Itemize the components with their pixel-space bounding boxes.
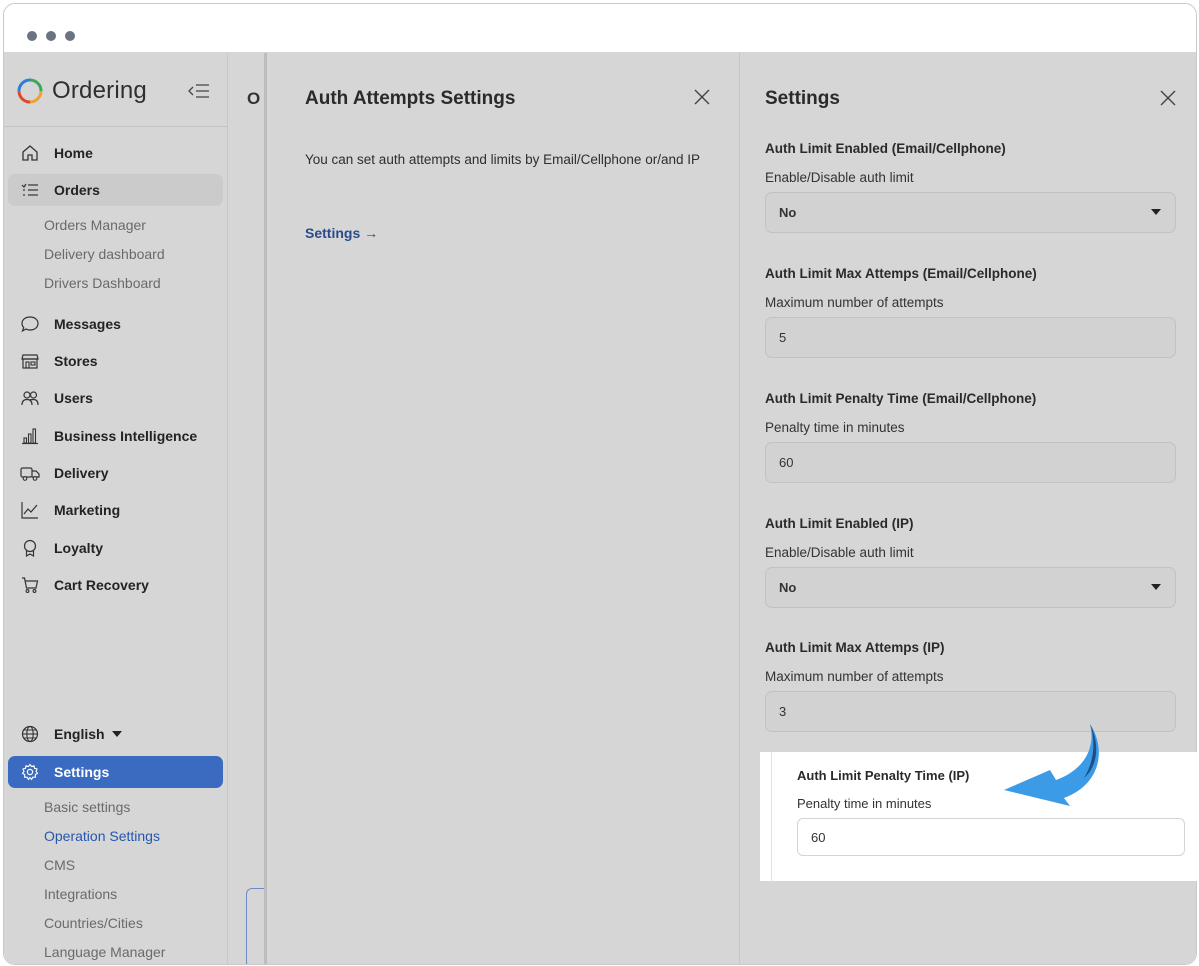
background-page-title: O [247,89,261,108]
card-divider [771,752,772,881]
sidebar-item-loyalty[interactable]: Loyalty [8,532,223,564]
field-label: Auth Limit Enabled (IP) [765,516,914,531]
globe-icon [20,724,40,744]
sidebar-subitem-drivers-dashboard[interactable]: Drivers Dashboard [44,275,161,291]
sidebar-item-marketing[interactable]: Marketing [8,494,223,526]
auth-limit-enabled-ip-select[interactable]: No [765,567,1176,608]
sidebar-item-label: Home [54,145,93,161]
field-label: Auth Limit Enabled (Email/Cellphone) [765,141,1006,156]
callout-arrow-icon [1004,724,1099,806]
trend-icon [20,500,40,520]
badge-icon [20,538,40,558]
chevron-down-icon [1151,209,1161,215]
field-sublabel: Penalty time in minutes [765,420,905,435]
sidebar-item-label: Loyalty [54,540,104,556]
sidebar-item-stores[interactable]: Stores [8,345,223,377]
input-value: 60 [811,829,826,845]
field-label: Auth Limit Penalty Time (Email/Cellphone… [765,391,1037,406]
close-icon[interactable] [692,87,712,107]
chat-icon [20,314,40,334]
auth-limit-penalty-time-ip-input[interactable]: 60 [797,818,1185,856]
chevron-down-icon [1151,584,1161,590]
sidebar-item-label: Messages [54,316,121,332]
field-sublabel: Enable/Disable auth limit [765,170,914,185]
auth-limit-penalty-time-email-input[interactable]: 60 [765,442,1176,483]
sidebar-subitem-cms[interactable]: CMS [44,857,75,873]
list-icon [20,180,40,200]
field-sublabel: Maximum number of attempts [765,295,944,310]
input-value: 3 [779,704,787,719]
sidebar-subitem-basic-settings[interactable]: Basic settings [44,799,130,815]
field-sublabel: Enable/Disable auth limit [765,545,914,560]
title-bar [4,4,1196,53]
sidebar-subitem-operation-settings[interactable]: Operation Settings [44,828,160,844]
auth-panel-title: Auth Attempts Settings [305,88,516,109]
sidebar-subitem-orders-manager[interactable]: Orders Manager [44,217,146,233]
sidebar-subitem-delivery-dashboard[interactable]: Delivery dashboard [44,246,165,262]
field-sublabel: Maximum number of attempts [765,669,944,684]
auth-limit-max-attempts-email-input[interactable]: 5 [765,317,1176,358]
chevron-down-icon [111,731,122,737]
highlighted-field-card: Auth Limit Penalty Time (IP) Penalty tim… [760,752,1199,881]
sidebar-item-label: Business Intelligence [54,428,198,444]
sidebar-subitem-language-manager[interactable]: Language Manager [44,944,165,960]
sidebar-subitem-integrations[interactable]: Integrations [44,886,117,902]
store-icon [20,351,40,371]
sidebar-item-home[interactable]: Home [8,137,223,169]
field-label: Auth Limit Max Attemps (IP) [765,640,945,655]
select-value: No [779,580,797,595]
window-dot-close[interactable] [27,31,37,41]
language-selector[interactable]: English [8,718,223,750]
brand-name: Ordering [52,77,147,104]
field-sublabel: Penalty time in minutes [797,796,932,811]
ordering-logo-icon [17,78,43,104]
sidebar-subitem-countries-cities[interactable]: Countries/Cities [44,915,143,931]
sidebar-item-orders[interactable]: Orders [8,174,223,206]
input-value: 60 [779,455,794,470]
cart-icon [20,575,40,595]
sidebar-item-label: Cart Recovery [54,577,149,593]
auth-limit-enabled-email-select[interactable]: No [765,192,1176,233]
truck-icon [20,463,40,483]
window-dot-minimize[interactable] [46,31,56,41]
sidebar-item-label: Settings [54,764,110,780]
auth-attempts-panel: Auth Attempts Settings You can set auth … [264,53,739,964]
settings-panel-title: Settings [765,88,840,109]
sidebar-item-business-intelligence[interactable]: Business Intelligence [8,420,223,452]
collapse-sidebar-icon[interactable] [188,83,210,104]
auth-limit-max-attempts-ip-input[interactable]: 3 [765,691,1176,732]
sidebar-item-label: Users [54,390,93,406]
sidebar-item-label: Stores [54,353,98,369]
sidebar-item-label: Marketing [54,502,121,518]
settings-link[interactable]: Settings → [305,225,378,241]
brand[interactable]: Ordering [16,75,147,107]
sidebar-item-settings[interactable]: Settings [8,756,223,788]
sidebar-item-cart-recovery[interactable]: Cart Recovery [8,569,223,601]
sidebar-item-messages[interactable]: Messages [8,308,223,340]
brand-divider [4,126,228,127]
gear-icon [20,762,40,782]
sidebar-item-label: Delivery [54,465,109,481]
field-label: Auth Limit Penalty Time (IP) [797,768,970,783]
auth-panel-description: You can set auth attempts and limits by … [305,152,700,167]
sidebar: Ordering Home Orders Orders Manager Deli… [4,53,228,964]
users-icon [20,388,40,408]
background-page [228,53,264,964]
input-value: 5 [779,330,787,345]
home-icon [20,143,40,163]
language-label: English [54,726,105,742]
field-label: Auth Limit Max Attemps (Email/Cellphone) [765,266,1037,281]
sidebar-item-users[interactable]: Users [8,382,223,414]
sidebar-item-delivery[interactable]: Delivery [8,457,223,489]
window-dot-maximize[interactable] [65,31,75,41]
select-value: No [779,205,797,220]
close-icon[interactable] [1158,88,1178,108]
sidebar-item-label: Orders [54,182,100,198]
bar-chart-icon [20,426,40,446]
